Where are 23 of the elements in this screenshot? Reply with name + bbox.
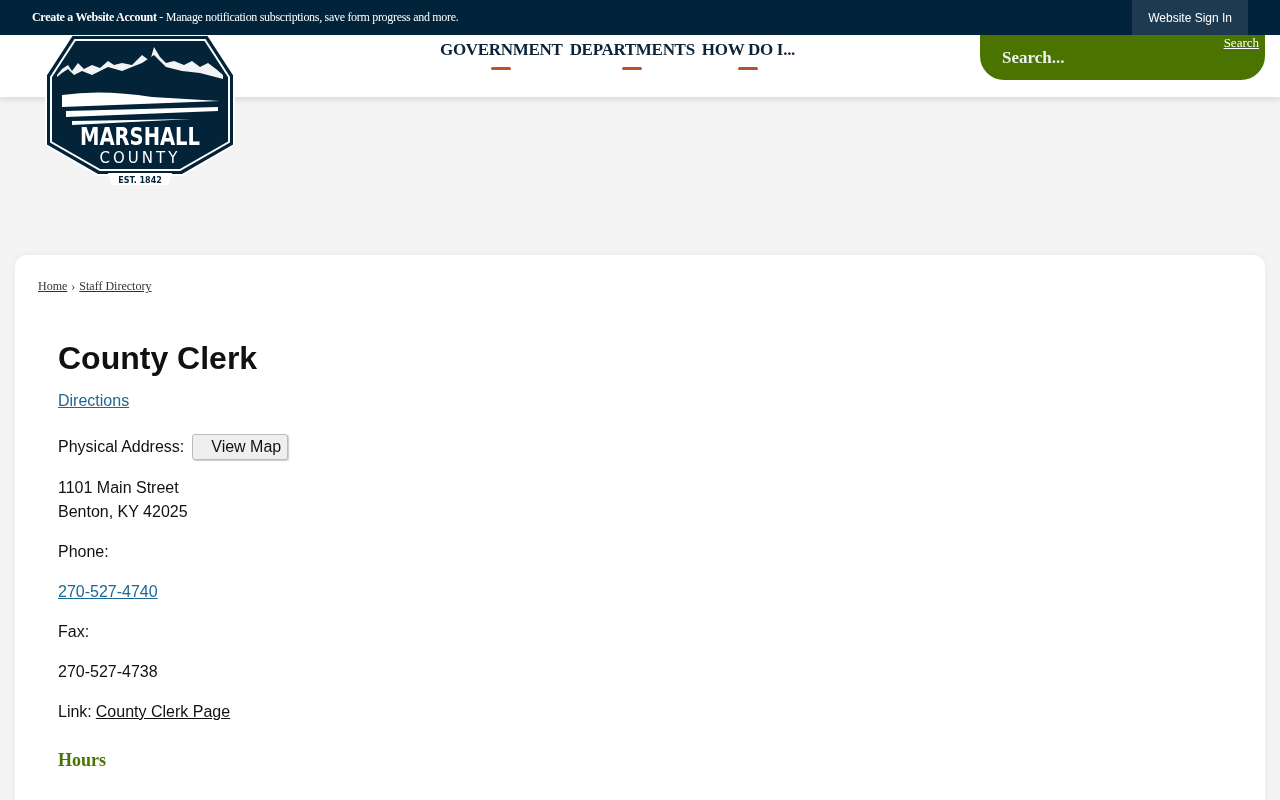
phone-link[interactable]: 270-527-4740: [58, 580, 158, 604]
nav-menu-item[interactable]: GOVERNMENT: [440, 40, 563, 70]
search-button[interactable]: Search: [1223, 35, 1259, 51]
address-line: 1101 Main Street: [58, 478, 180, 498]
hours-heading: Hours: [58, 750, 106, 771]
breadcrumb-link[interactable]: Home: [38, 279, 68, 294]
page-title: County Clerk: [58, 340, 258, 376]
view-map-button[interactable]: View Map: [192, 434, 289, 460]
sign-in-button[interactable]: Website Sign In: [1132, 0, 1248, 35]
breadcrumb-link[interactable]: Staff Directory: [79, 279, 152, 294]
link-label: Link:: [58, 702, 92, 722]
account-notice: Create a Website Account - Manage notification subscriptions, save form progress and more.: [32, 10, 459, 25]
breadcrumb-separator: ›: [71, 279, 76, 294]
address-label: Physical Address:: [58, 438, 185, 456]
nav-menu-item[interactable]: DEPARTMENTS: [569, 40, 695, 70]
search-field[interactable]: Search... Search: [980, 35, 1265, 80]
fax-number: 270-527-4738: [58, 662, 158, 682]
directions-link[interactable]: Directions: [58, 392, 130, 410]
address-line: Benton, KY 42025: [58, 502, 188, 522]
county-clerk-page-link[interactable]: County Clerk Page: [95, 700, 231, 724]
nav-menu-item[interactable]: HOW DO I...: [701, 40, 796, 70]
fax-label: Fax:: [58, 622, 90, 642]
phone-label: Phone:: [58, 542, 109, 562]
